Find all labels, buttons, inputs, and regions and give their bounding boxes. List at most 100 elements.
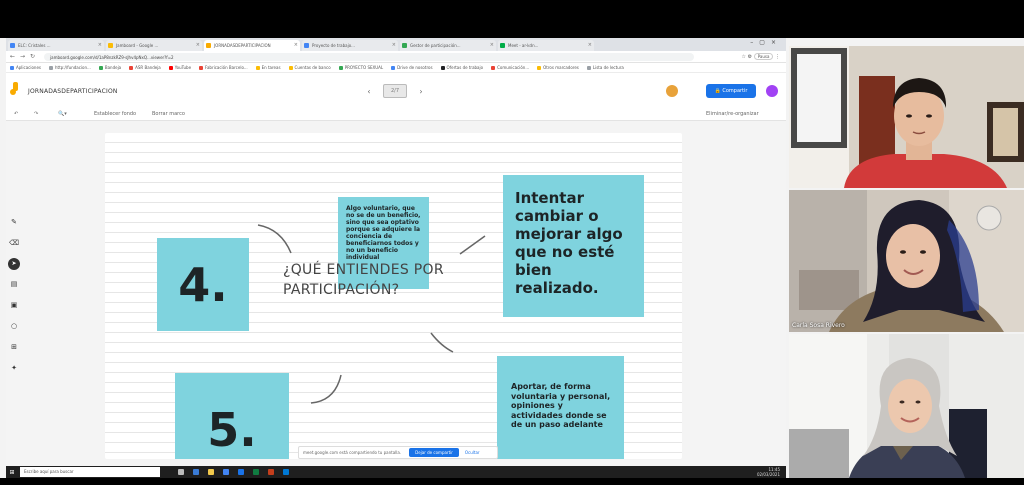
outlook-icon[interactable] (283, 469, 289, 475)
task-view-icon[interactable] (178, 469, 184, 475)
bookmark-item[interactable]: PROYECTO SEXUAL (338, 65, 384, 70)
star-icon[interactable]: ☆ (741, 54, 745, 60)
taskbar-clock[interactable]: 11:45 02/03/2021 (757, 467, 780, 477)
windows-start-icon[interactable]: ⊞ (6, 469, 18, 476)
lock-icon: 🔒 (714, 88, 721, 94)
bookmark-item[interactable]: Comunicación... (491, 65, 529, 70)
bookmark-label: Lista de lectura (592, 65, 624, 70)
close-icon[interactable]: × (392, 42, 396, 48)
bookmark-label: Cuentas de banco (294, 65, 331, 70)
close-icon[interactable]: × (490, 42, 494, 48)
pen-icon[interactable]: ✎ (11, 212, 17, 233)
image-icon[interactable]: ▣ (11, 295, 18, 316)
excel-icon[interactable] (253, 469, 259, 475)
chrome-icon[interactable] (223, 469, 229, 475)
bookmark-item[interactable]: Cuentas de banco (288, 65, 331, 70)
bookmark-label: Drive de nosotros (397, 65, 433, 70)
jamboard-frame[interactable]: 4. 5. Algo voluntario, que no se de un b… (105, 133, 682, 459)
document-title[interactable]: JORNADASDEPARTICIPACION (28, 88, 118, 95)
sticky-note-number-4[interactable]: 4. (157, 238, 249, 331)
menu-icon[interactable]: ⋮ (775, 54, 780, 60)
browser-tab-strip: ELC: Cristales ... × Jamboard - Google ..… (6, 38, 786, 51)
participant-video-tile[interactable] (789, 334, 1024, 478)
back-icon[interactable]: ← (10, 53, 15, 60)
bookmark-item[interactable]: Fabricación Barcelo... (199, 65, 248, 70)
text-box-icon[interactable]: ⊞ (11, 337, 17, 358)
close-icon[interactable]: × (196, 42, 200, 48)
participant-name: Carla Sosa Rivero (792, 322, 845, 329)
share-button[interactable]: 🔒 Compartir (706, 84, 756, 98)
bookmark-item[interactable]: Lista de lectura (586, 65, 624, 70)
participant-video (789, 334, 1024, 478)
meet-screen: ELC: Cristales ... × Jamboard - Google ..… (0, 0, 1024, 485)
pause-button[interactable]: Pausa (753, 53, 774, 60)
circle-icon[interactable]: ○ (11, 316, 17, 337)
frame-picker[interactable]: 2/7 (383, 84, 407, 98)
user-avatar[interactable] (766, 85, 778, 97)
bookmark-item[interactable]: Otros marcadores (537, 65, 579, 70)
select-icon[interactable]: ➤ (8, 258, 20, 270)
browser-tab[interactable]: Jamboard - Google ... × (106, 40, 202, 51)
word-icon[interactable] (238, 469, 244, 475)
bookmark-item[interactable]: Aplicaciones (10, 65, 41, 70)
close-icon[interactable]: × (588, 42, 592, 48)
connector-line (310, 374, 342, 404)
clear-frame-button[interactable]: Borrar marco (152, 111, 185, 117)
extension-icon[interactable]: ⚙ (748, 54, 752, 60)
browser-tab[interactable]: Proyecto de trabajo... × (302, 40, 398, 51)
participant-video-tile[interactable]: Carla Sosa Rivero (789, 190, 1024, 332)
bookmark-item[interactable]: Bandeja (98, 65, 122, 70)
stop-sharing-button[interactable]: Dejar de compartir (409, 448, 459, 457)
eraser-icon[interactable]: ⌫ (9, 233, 19, 254)
browser-tab[interactable]: ELC: Cristales ... × (8, 40, 104, 51)
bookmark-item[interactable]: YouTube (168, 65, 192, 70)
browser-tab-active[interactable]: JORNADASDEPARTICIPACION × (204, 40, 300, 51)
close-icon[interactable]: × (294, 42, 298, 48)
tab-favicon-icon (206, 43, 211, 48)
laser-icon[interactable]: ✦ (11, 358, 17, 379)
participant-video (789, 46, 1024, 188)
sticky-note-contribute[interactable]: Aportar, de forma voluntaria y personal,… (497, 356, 624, 459)
youtube-icon (168, 65, 173, 70)
tab-label: Jamboard - Google ... (116, 43, 159, 48)
powerpoint-icon[interactable] (268, 469, 274, 475)
browser-tab[interactable]: Gestor de participación... × (400, 40, 496, 51)
tab-label: Meet - ar-kdn... (508, 43, 539, 48)
browser-tab[interactable]: Meet - ar-kdn... × (498, 40, 594, 51)
reload-icon[interactable]: ↻ (30, 53, 35, 60)
bookmark-icon (129, 65, 134, 70)
bookmark-label: PROYECTO SEXUAL (344, 65, 384, 70)
participant-video-tile[interactable] (789, 46, 1024, 188)
hide-button[interactable]: Ocultar (465, 450, 480, 455)
bookmark-label: Comunicación... (497, 65, 530, 70)
bookmark-label: YouTube (174, 65, 192, 70)
taskbar-search-input[interactable]: Escribe aquí para buscar (20, 467, 160, 477)
sticky-note-number-5[interactable]: 5. (175, 373, 289, 459)
reorganize-button[interactable]: Eliminar/re-organizar (706, 111, 759, 117)
url-input[interactable]: jamboard.google.com/d/1aP8nzkRZ9-sJhv4pN… (44, 53, 694, 61)
edge-icon[interactable] (193, 469, 199, 475)
bookmark-item[interactable]: ASR Bandeja (129, 65, 161, 70)
collaborator-avatar[interactable] (666, 85, 678, 97)
previous-frame-icon[interactable]: ‹ (363, 87, 375, 96)
bookmark-item[interactable]: Ofertas de trabajo (440, 65, 484, 70)
sticky-note-improve[interactable]: Intentar cambiar o mejorar algo que no e… (503, 175, 644, 317)
close-icon[interactable]: × (98, 42, 102, 48)
redo-icon[interactable]: ↷ (34, 111, 38, 117)
bookmark-label: Bandeja (104, 65, 122, 70)
bookmark-item[interactable]: En tareas (255, 65, 281, 70)
window-controls[interactable]: –▢× (750, 39, 782, 46)
tool-palette: ✎ ⌫ ➤ ▤ ▣ ○ ⊞ ✦ (7, 212, 21, 382)
file-explorer-icon[interactable] (208, 469, 214, 475)
central-question[interactable]: ¿QUÉ ENTIENDES POR PARTICIPACIÓN? (283, 260, 503, 300)
undo-icon[interactable]: ↶ (14, 111, 18, 117)
set-background-button[interactable]: Establecer fondo (94, 111, 136, 117)
tab-label: Proyecto de trabajo... (312, 43, 355, 48)
bookmark-label: Ofertas de trabajo (446, 65, 484, 70)
bookmark-item[interactable]: http://fundacion... (49, 65, 91, 70)
sticky-note-icon[interactable]: ▤ (11, 274, 18, 295)
zoom-icon[interactable]: 🔍▾ (58, 111, 67, 117)
forward-icon[interactable]: → (20, 53, 25, 60)
bookmark-item[interactable]: Drive de nosotros (391, 65, 433, 70)
next-frame-icon[interactable]: › (415, 87, 427, 96)
